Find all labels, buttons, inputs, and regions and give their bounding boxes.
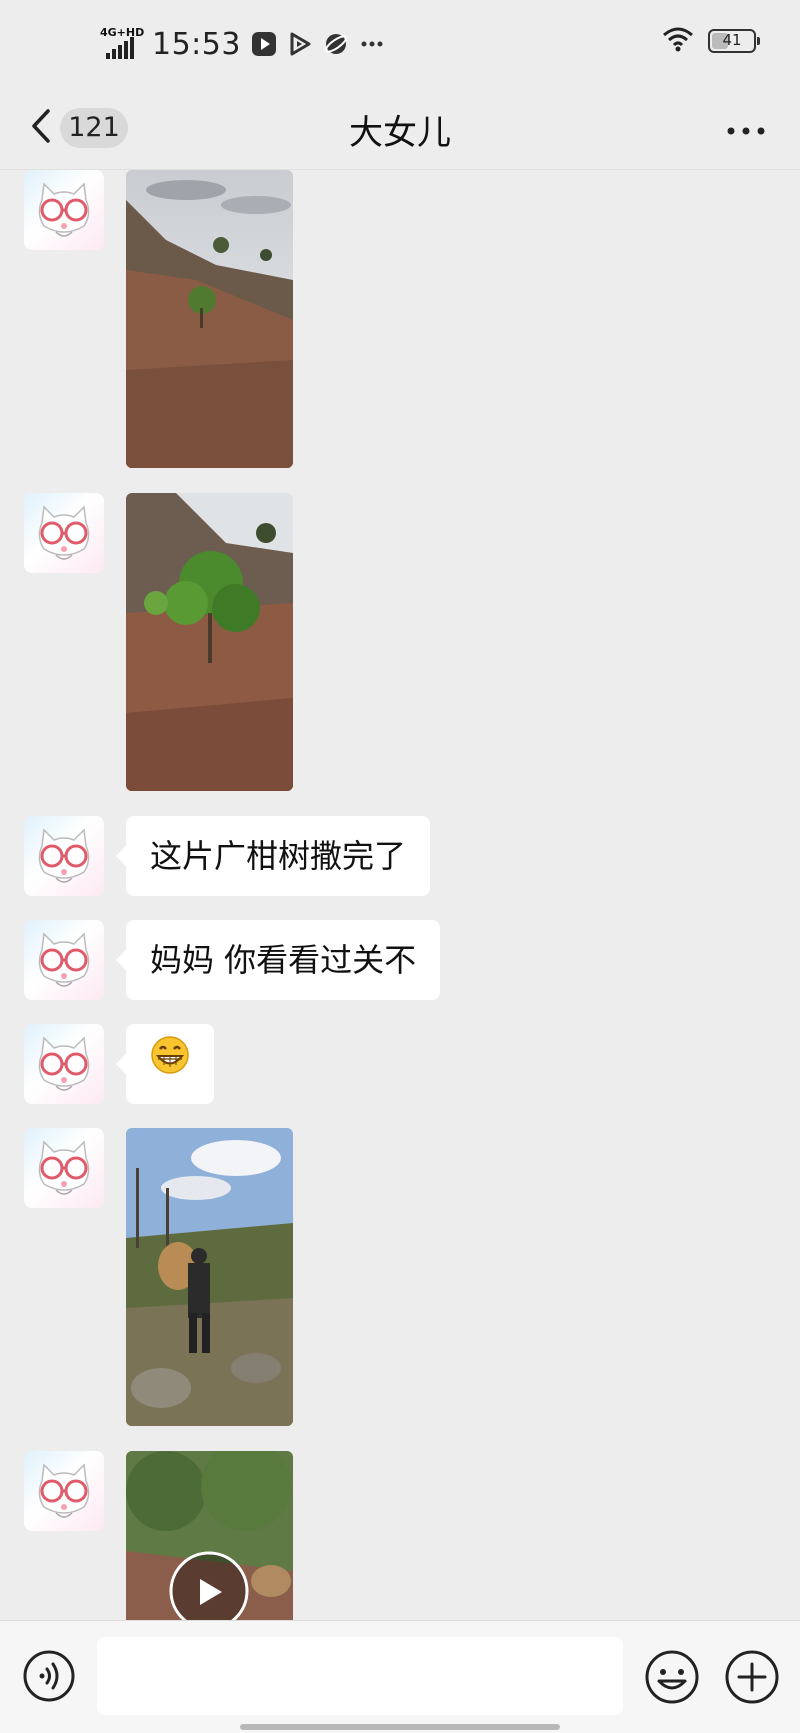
status-bar: 4G+HD 15:53 41 (0, 0, 800, 88)
cellular-signal-icon: 4G+HD (100, 27, 144, 61)
contact-avatar[interactable] (24, 170, 104, 250)
more-functions-button[interactable] (724, 1649, 780, 1705)
video-message[interactable] (126, 1451, 293, 1620)
emoji-icon (644, 1650, 700, 1709)
emoji-message-bubble[interactable] (116, 1024, 214, 1104)
contact-avatar[interactable] (24, 1451, 104, 1531)
image-message[interactable] (126, 1128, 293, 1426)
play-icon[interactable] (192, 1575, 226, 1613)
more-dots-icon (726, 121, 766, 140)
status-time: 15:53 (152, 26, 241, 62)
play-app-icon (287, 31, 313, 57)
video-app-icon (251, 31, 277, 57)
chat-message-list[interactable]: 这片广柑树撒完了 妈妈 你看看过关不 (0, 170, 800, 1620)
message-input-bar (0, 1620, 800, 1733)
home-indicator[interactable] (240, 1724, 560, 1730)
orbit-app-icon (323, 31, 349, 57)
contact-avatar[interactable] (24, 1024, 104, 1104)
grinning-face-emoji (150, 1024, 190, 1104)
message-text-input[interactable] (97, 1637, 623, 1715)
contact-avatar[interactable] (24, 493, 104, 573)
emoji-button[interactable] (644, 1649, 700, 1705)
more-options-button[interactable] (722, 112, 770, 148)
plus-icon (724, 1650, 780, 1709)
chat-title: 大女儿 (349, 113, 451, 153)
more-notifications-icon (359, 31, 385, 57)
image-message[interactable] (126, 170, 293, 468)
voice-input-icon (22, 1650, 76, 1707)
battery-icon: 41 (708, 29, 760, 53)
contact-avatar[interactable] (24, 816, 104, 896)
wifi-icon (662, 26, 694, 56)
text-message-bubble[interactable]: 这片广柑树撒完了 (115, 816, 431, 896)
contact-avatar[interactable] (24, 1128, 104, 1208)
contact-avatar[interactable] (24, 920, 104, 1000)
chat-header: 121 大女儿 (0, 88, 800, 170)
voice-input-button[interactable] (22, 1649, 76, 1703)
image-message[interactable] (126, 493, 293, 791)
text-message-bubble[interactable]: 妈妈 你看看过关不 (115, 920, 441, 1000)
battery-level: 41 (722, 31, 742, 49)
